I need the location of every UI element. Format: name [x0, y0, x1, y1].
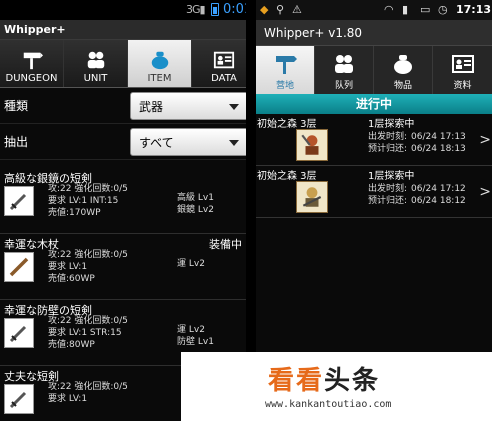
app-title: Whipper+	[0, 20, 246, 40]
app-title: Whipper+ v1.80	[256, 20, 492, 46]
id-card-icon	[451, 55, 474, 73]
chevron-down-icon	[229, 103, 239, 110]
dagger-icon	[9, 193, 27, 211]
staff-icon	[9, 257, 29, 277]
watermark-banner: 看看头条 www.kankantoutiao.com	[181, 352, 492, 421]
mission-location: 初始之森 3层	[257, 171, 317, 182]
party-icon	[87, 51, 104, 69]
item-stats: 攻:22 強化回数:0/5 要求 LV:1 売値:60WP	[48, 250, 128, 284]
item-thumb	[4, 252, 34, 282]
list-item[interactable]: 幸運な木杖 装備中 攻:22 強化回数:0/5 要求 LV:1 売値:60WP …	[0, 234, 246, 300]
chevron-right-icon[interactable]: >	[479, 184, 491, 200]
main-tabs: DUNGEON UNIT ITEM DATA	[0, 40, 246, 88]
main-tabs: 营地 队列 物品 资料	[256, 46, 492, 94]
mission-row[interactable]: 初始之森 3层 1层探索中 出发时刻: 06/24 17:12 预计归还: 06/2…	[256, 166, 492, 218]
id-card-icon	[213, 51, 235, 69]
status-bar: 3G▮ 0:01	[0, 0, 246, 20]
battery-icon: ▭	[420, 3, 431, 16]
mission-status: 1层探索中	[368, 119, 415, 130]
dagger-icon	[9, 325, 27, 343]
filter-extract-label: 抽出	[4, 135, 29, 149]
signpost-icon	[23, 52, 43, 70]
tab-label: 队列	[334, 81, 353, 91]
list-item[interactable]: 高級な銀鏡の短剣 攻:22 強化回数:0/5 要求 LV:1 INT:15 売値…	[0, 168, 246, 234]
type-select[interactable]: 武器	[130, 91, 246, 120]
filter-type-label: 種類	[4, 99, 29, 113]
wifi-icon: ◠	[384, 3, 394, 16]
item-stats: 攻:22 強化回数:0/5 要求 LV:1 INT:15 売値:170WP	[48, 184, 128, 218]
tab-label: 营地	[275, 81, 294, 91]
clock-icon: ◷	[438, 3, 448, 16]
signal-icon: 3G▮	[186, 3, 206, 16]
filter-type-row: 種類 武器	[0, 88, 246, 124]
status-time: 0:01	[223, 2, 246, 17]
signpost-icon	[276, 56, 297, 74]
tab-items[interactable]: 物品	[374, 46, 433, 94]
party-icon	[335, 55, 353, 73]
tab-label: UNIT	[83, 73, 108, 84]
status-time: 17:13	[456, 3, 492, 16]
pouch-icon	[394, 55, 412, 74]
signal-icon: ▮	[402, 3, 409, 16]
tab-label: 资料	[453, 81, 472, 91]
chevron-right-icon[interactable]: >	[479, 132, 491, 148]
tab-label: ITEM	[147, 73, 172, 84]
battery-icon	[211, 3, 219, 16]
item-stats: 攻:22 強化回数:0/5 要求 LV:1 STR:15 売値:80WP	[48, 316, 128, 350]
mission-thumb	[296, 181, 328, 213]
usb-icon: ⚲	[276, 3, 285, 16]
item-bonus: 高級 Lv1 銀鏡 Lv2	[177, 193, 214, 215]
tab-unit[interactable]: UNIT	[64, 40, 128, 87]
item-thumb	[4, 318, 34, 348]
watermark-logo: 看看头条	[268, 366, 381, 396]
pouch-icon	[151, 51, 168, 70]
adventurer-icon	[301, 134, 319, 155]
section-title: 进行中	[256, 94, 492, 114]
tab-label: 物品	[393, 81, 412, 91]
mission-status: 1层探索中	[368, 171, 415, 182]
notification-icon: ◆	[260, 3, 269, 16]
mission-thumb	[296, 129, 328, 161]
tab-data[interactable]: DATA	[192, 40, 246, 87]
item-thumb	[4, 384, 34, 414]
equipped-badge: 装備中	[209, 238, 242, 251]
mission-times: 出发时刻: 06/24 17:13 预计归还: 06/24 18:13	[368, 132, 466, 154]
tab-item[interactable]: ITEM	[128, 40, 192, 87]
tab-label: DUNGEON	[5, 73, 58, 84]
item-bonus: 運 Lv2 防壁 Lv1	[177, 325, 214, 347]
mission-row[interactable]: 初始之森 3层 1层探索中 出发时刻: 06/24 17:13 预计归还: 06/2…	[256, 114, 492, 166]
tab-data[interactable]: 资料	[433, 46, 492, 94]
watermark-url: www.kankantoutiao.com	[265, 399, 392, 410]
mission-location: 初始之森 3层	[257, 119, 317, 130]
mission-times: 出发时刻: 06/24 17:12 预计归还: 06/24 18:12	[368, 184, 466, 206]
item-bonus: 運 Lv2	[177, 259, 205, 269]
chevron-down-icon	[229, 139, 239, 146]
tab-party[interactable]: 队列	[315, 46, 374, 94]
item-stats: 攻:22 強化回数:0/5 要求 LV:1	[48, 382, 128, 404]
status-bar: ◆ ⚲ ⚠ ◠ ▮ ▭ ◷ 17:13	[256, 0, 492, 20]
alert-icon: ⚠	[292, 3, 302, 16]
extract-select[interactable]: すべて	[130, 127, 246, 156]
adventurer-icon	[302, 187, 322, 207]
dagger-icon	[9, 391, 27, 409]
tab-camp[interactable]: 营地	[256, 46, 315, 94]
filter-extract-row: 抽出 すべて	[0, 124, 246, 160]
tab-label: DATA	[211, 73, 237, 84]
item-thumb	[4, 186, 34, 216]
tab-dungeon[interactable]: DUNGEON	[0, 40, 64, 87]
